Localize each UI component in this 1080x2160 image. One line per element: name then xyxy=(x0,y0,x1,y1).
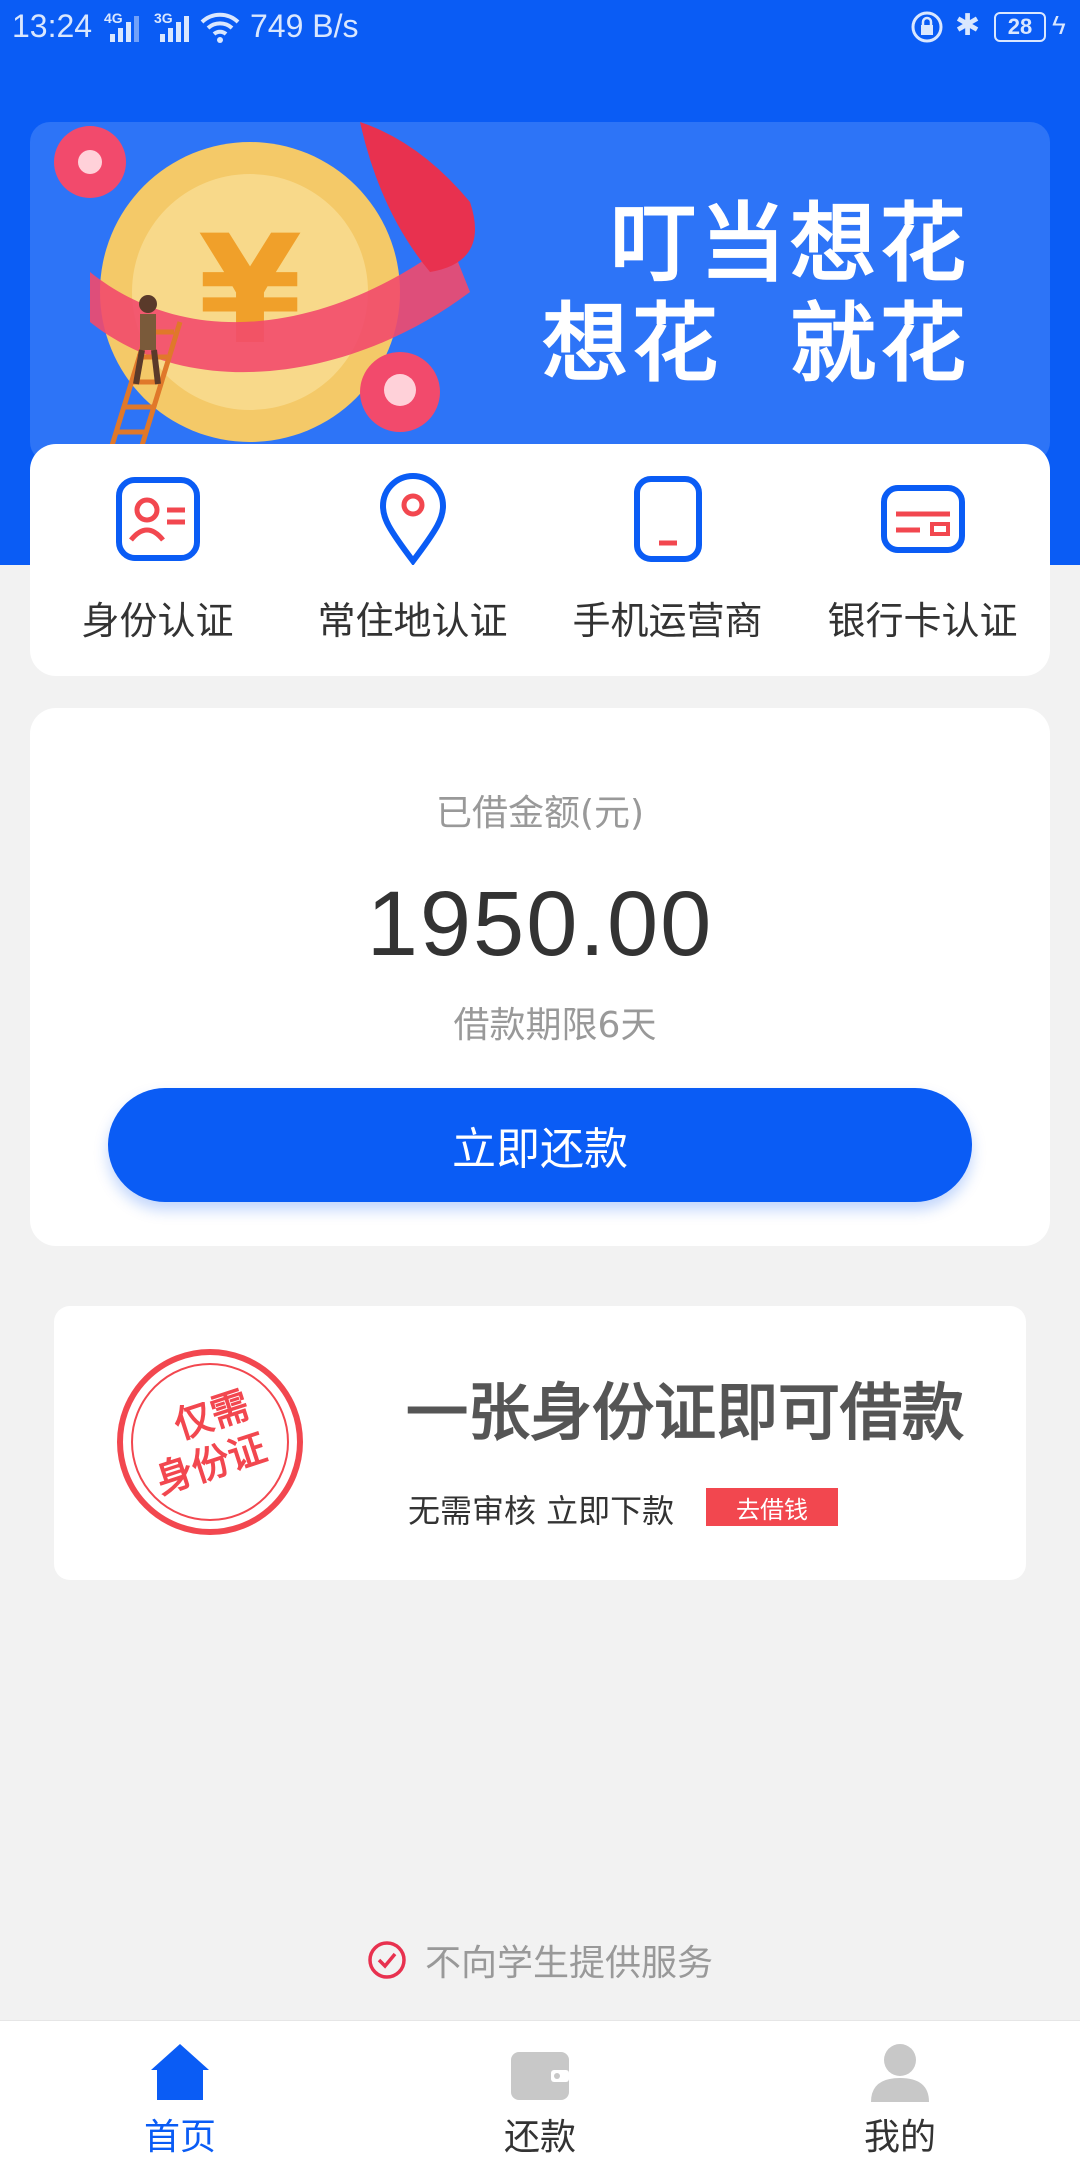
nav-home[interactable]: 首页 xyxy=(0,2021,360,2160)
coin-illustration: ¥ xyxy=(54,122,475,453)
wallet-icon xyxy=(507,2037,573,2102)
borrowed-amount: 1950.00 xyxy=(366,873,714,975)
verify-residence-label: 常住地认证 xyxy=(317,599,508,643)
loan-summary-card: 已借金额(元) 1950.00 借款期限6天 立即还款 xyxy=(30,708,1050,1246)
verify-residence[interactable]: 常住地认证 xyxy=(288,444,538,676)
phone-icon xyxy=(623,474,713,564)
promo-card[interactable]: 仅需 身份证 一张身份证即可借款 无需审核 立即下款 去借钱 xyxy=(54,1306,1026,1580)
borrowed-amount-caption: 已借金额(元) xyxy=(435,793,645,834)
verify-bank-card[interactable]: 银行卡认证 xyxy=(798,444,1048,676)
signal-icon xyxy=(160,14,194,42)
status-time: 13:24 xyxy=(12,8,93,44)
student-notice: 不向学生提供服务 xyxy=(0,1934,1080,1986)
home-icon xyxy=(147,2037,213,2102)
bank-card-icon xyxy=(878,474,968,564)
banner-slogan: 叮当想花 想花 就花 xyxy=(542,194,970,394)
stamp-icon: 仅需 身份证 xyxy=(117,1349,303,1535)
banner-slogan-line1: 叮当想花 xyxy=(610,194,970,294)
id-card-icon xyxy=(113,474,203,564)
promo-banner[interactable]: ¥ 叮当想花 想花 就花 xyxy=(30,122,1050,462)
verification-panel: 身份认证 常住地认证 手机运营商 银行卡认证 xyxy=(30,444,1050,676)
banner-slogan-line2: 想花 就花 xyxy=(542,294,970,394)
verify-identity[interactable]: 身份认证 xyxy=(33,444,283,676)
rotation-lock-icon xyxy=(910,10,944,52)
battery-icon: 28 xyxy=(994,12,1046,42)
status-bar: 13:24 4G 3G 749 B/s ✱ 28 ϟ xyxy=(0,0,1080,56)
student-notice-text: 不向学生提供服务 xyxy=(424,1943,713,1984)
go-borrow-button[interactable]: 去借钱 xyxy=(706,1488,838,1526)
user-icon xyxy=(867,2037,933,2102)
verify-bank-card-label: 银行卡认证 xyxy=(827,599,1018,643)
nav-repay[interactable]: 还款 xyxy=(360,2021,720,2160)
location-pin-icon xyxy=(368,473,458,565)
repay-now-button[interactable]: 立即还款 xyxy=(108,1088,972,1202)
wifi-icon xyxy=(200,10,240,52)
verify-identity-label: 身份认证 xyxy=(81,599,234,643)
signal-icon xyxy=(110,14,144,42)
nav-home-label: 首页 xyxy=(143,2117,216,2158)
nav-mine[interactable]: 我的 xyxy=(720,2021,1080,2160)
verify-carrier[interactable]: 手机运营商 xyxy=(543,444,793,676)
loan-term: 借款期限6天 xyxy=(453,1005,657,1046)
promo-title: 一张身份证即可借款 xyxy=(406,1376,965,1449)
charging-icon: ϟ xyxy=(1052,10,1066,40)
check-circle-icon xyxy=(368,1941,406,1979)
verify-carrier-label: 手机运营商 xyxy=(572,599,763,643)
promo-subtitle: 无需审核 立即下款 xyxy=(408,1492,675,1530)
nav-repay-label: 还款 xyxy=(503,2117,576,2158)
bottom-nav: 首页 还款 我的 xyxy=(0,2020,1080,2160)
bluetooth-icon: ✱ xyxy=(955,9,981,42)
network-speed: 749 B/s xyxy=(250,8,359,44)
nav-mine-label: 我的 xyxy=(863,2117,936,2158)
